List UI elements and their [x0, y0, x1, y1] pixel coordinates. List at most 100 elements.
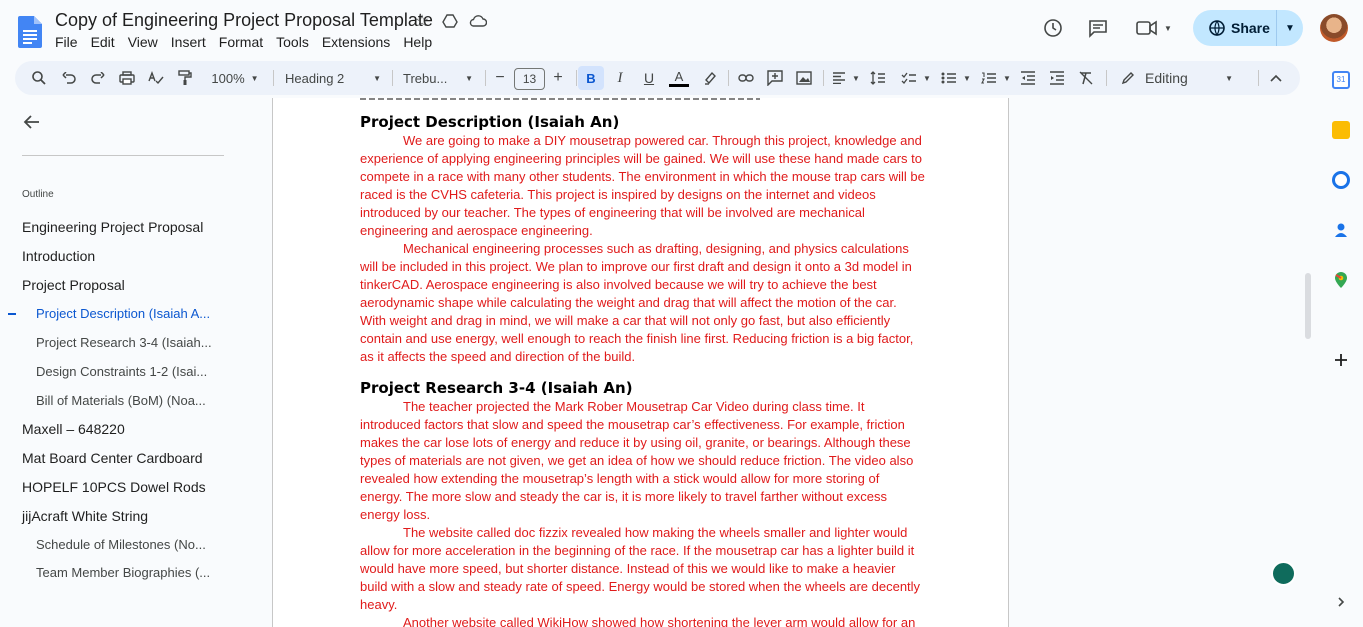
font-size-value: 13: [514, 68, 545, 90]
text-color-button[interactable]: A: [667, 66, 691, 90]
toolbar-divider: [273, 70, 274, 86]
outline-item[interactable]: Project Proposal: [22, 277, 125, 293]
editing-mode-select[interactable]: Editing ▼: [1121, 66, 1233, 90]
version-history-icon[interactable]: [1035, 10, 1071, 46]
outline-item[interactable]: Introduction: [22, 248, 95, 264]
assistant-bubble-icon[interactable]: [1271, 561, 1296, 586]
clear-formatting-icon[interactable]: [1074, 66, 1098, 90]
outline-item[interactable]: jijAcraft White String: [22, 508, 148, 524]
vertical-scrollbar[interactable]: [1305, 273, 1311, 339]
back-arrow-icon[interactable]: [22, 112, 42, 132]
toolbar-divider: [728, 70, 729, 86]
cloud-saved-icon[interactable]: [469, 12, 487, 30]
keep-icon[interactable]: [1332, 121, 1350, 139]
undo-icon[interactable]: [57, 66, 81, 90]
heading-project-research[interactable]: Project Research 3-4 (Isaiah An): [360, 378, 925, 398]
paragraph[interactable]: We are going to make a DIY mousetrap pow…: [360, 132, 925, 240]
bold-button[interactable]: B: [578, 66, 604, 90]
pencil-icon: [1121, 72, 1134, 85]
toolbar-divider: [392, 70, 393, 86]
avatar[interactable]: [1320, 14, 1348, 42]
calendar-icon[interactable]: 31: [1332, 71, 1350, 89]
checklist-select[interactable]: ▼: [897, 66, 935, 90]
document-title[interactable]: Copy of Engineering Project Proposal Tem…: [55, 10, 433, 31]
share-dropdown-icon[interactable]: ▼: [1277, 23, 1303, 34]
docs-logo-icon[interactable]: [18, 16, 42, 48]
italic-button[interactable]: I: [608, 66, 632, 90]
tasks-icon[interactable]: [1332, 171, 1350, 189]
highlight-color-icon[interactable]: [698, 66, 722, 90]
print-icon[interactable]: [115, 66, 139, 90]
chevron-right-icon[interactable]: [1332, 593, 1350, 611]
spelling-check-icon[interactable]: [144, 66, 168, 90]
editing-mode-value: Editing: [1145, 70, 1188, 86]
paragraph-style-select[interactable]: Heading 2 ▼: [285, 66, 381, 90]
paragraph[interactable]: Mechanical engineering processes such as…: [360, 240, 925, 366]
paint-format-icon[interactable]: [173, 66, 197, 90]
outline-item[interactable]: Design Constraints 1-2 (Isai...: [36, 364, 207, 379]
menu-insert[interactable]: Insert: [171, 34, 206, 50]
star-icon[interactable]: ☆: [413, 12, 431, 30]
decrease-font-size-button[interactable]: −: [488, 66, 512, 90]
document-body: Project Description (Isaiah An) We are g…: [360, 98, 925, 627]
outline-item[interactable]: Maxell – 648220: [22, 421, 125, 437]
paragraph-style-value: Heading 2: [285, 70, 345, 86]
heading-project-description[interactable]: Project Description (Isaiah An): [360, 112, 925, 132]
caret-down-icon: ▼: [465, 73, 473, 83]
numbered-list-select[interactable]: ▼: [977, 66, 1015, 90]
outline-item[interactable]: Mat Board Center Cardboard: [22, 450, 203, 466]
redo-icon[interactable]: [86, 66, 110, 90]
outline-item[interactable]: HOPELF 10PCS Dowel Rods: [22, 479, 206, 495]
insert-image-icon[interactable]: [792, 66, 816, 90]
menu-edit[interactable]: Edit: [91, 34, 115, 50]
caret-down-icon: ▼: [1225, 73, 1233, 83]
align-select[interactable]: ▼: [829, 66, 863, 90]
decrease-indent-icon[interactable]: [1016, 66, 1040, 90]
toolbar-divider: [823, 70, 824, 86]
meet-icon[interactable]: ▼: [1130, 10, 1178, 46]
add-addon-icon[interactable]: [1332, 351, 1350, 369]
align-left-icon: [833, 72, 846, 84]
outline-item[interactable]: Project Research 3-4 (Isaiah...: [36, 335, 212, 350]
outline-item[interactable]: Schedule of Milestones (No...: [36, 537, 206, 552]
menu-view[interactable]: View: [128, 34, 158, 50]
share-button[interactable]: Share ▼: [1193, 10, 1303, 46]
paragraph[interactable]: The teacher projected the Mark Rober Mou…: [360, 398, 925, 524]
paragraph[interactable]: The website called doc fizzix revealed h…: [360, 524, 925, 614]
active-indicator: [8, 313, 16, 315]
menu-tools[interactable]: Tools: [276, 34, 309, 50]
globe-icon: [1209, 20, 1225, 36]
search-menus-icon[interactable]: [27, 66, 51, 90]
menu-extensions[interactable]: Extensions: [322, 34, 390, 50]
insert-link-icon[interactable]: [734, 66, 758, 90]
document-page[interactable]: Project Description (Isaiah An) We are g…: [272, 98, 1009, 627]
maps-icon[interactable]: [1332, 271, 1350, 289]
menu-format[interactable]: Format: [219, 34, 263, 50]
increase-indent-icon[interactable]: [1045, 66, 1069, 90]
caret-down-icon: ▼: [1003, 73, 1011, 83]
font-size-input[interactable]: 13: [514, 67, 545, 91]
underline-button[interactable]: U: [637, 66, 661, 90]
outline-item[interactable]: Team Member Biographies (...: [36, 565, 210, 580]
font-select[interactable]: Trebu... ▼: [403, 66, 473, 90]
paragraph[interactable]: Another website called WikiHow showed ho…: [360, 614, 925, 627]
zoom-select[interactable]: 100% ▼: [205, 66, 265, 90]
insert-comment-icon[interactable]: [763, 66, 787, 90]
line-spacing-icon[interactable]: [866, 66, 890, 90]
outline-item[interactable]: Engineering Project Proposal: [22, 219, 203, 235]
bulleted-list-icon: [941, 72, 957, 84]
title-bar: Copy of Engineering Project Proposal Tem…: [0, 0, 1363, 58]
bulleted-list-select[interactable]: ▼: [937, 66, 975, 90]
font-value: Trebu...: [403, 70, 448, 86]
caret-down-icon: ▼: [923, 73, 931, 83]
comments-icon[interactable]: [1080, 10, 1116, 46]
collapse-menus-icon[interactable]: [1264, 66, 1288, 90]
move-to-drive-icon[interactable]: [441, 12, 459, 30]
increase-font-size-button[interactable]: +: [546, 66, 570, 90]
outline-item[interactable]: Bill of Materials (BoM) (Noa...: [36, 393, 206, 408]
contacts-icon[interactable]: [1332, 221, 1350, 239]
menu-file[interactable]: File: [55, 34, 78, 50]
share-label: Share: [1231, 20, 1270, 36]
menu-help[interactable]: Help: [403, 34, 432, 50]
outline-item-active[interactable]: Project Description (Isaiah A...: [36, 306, 210, 321]
